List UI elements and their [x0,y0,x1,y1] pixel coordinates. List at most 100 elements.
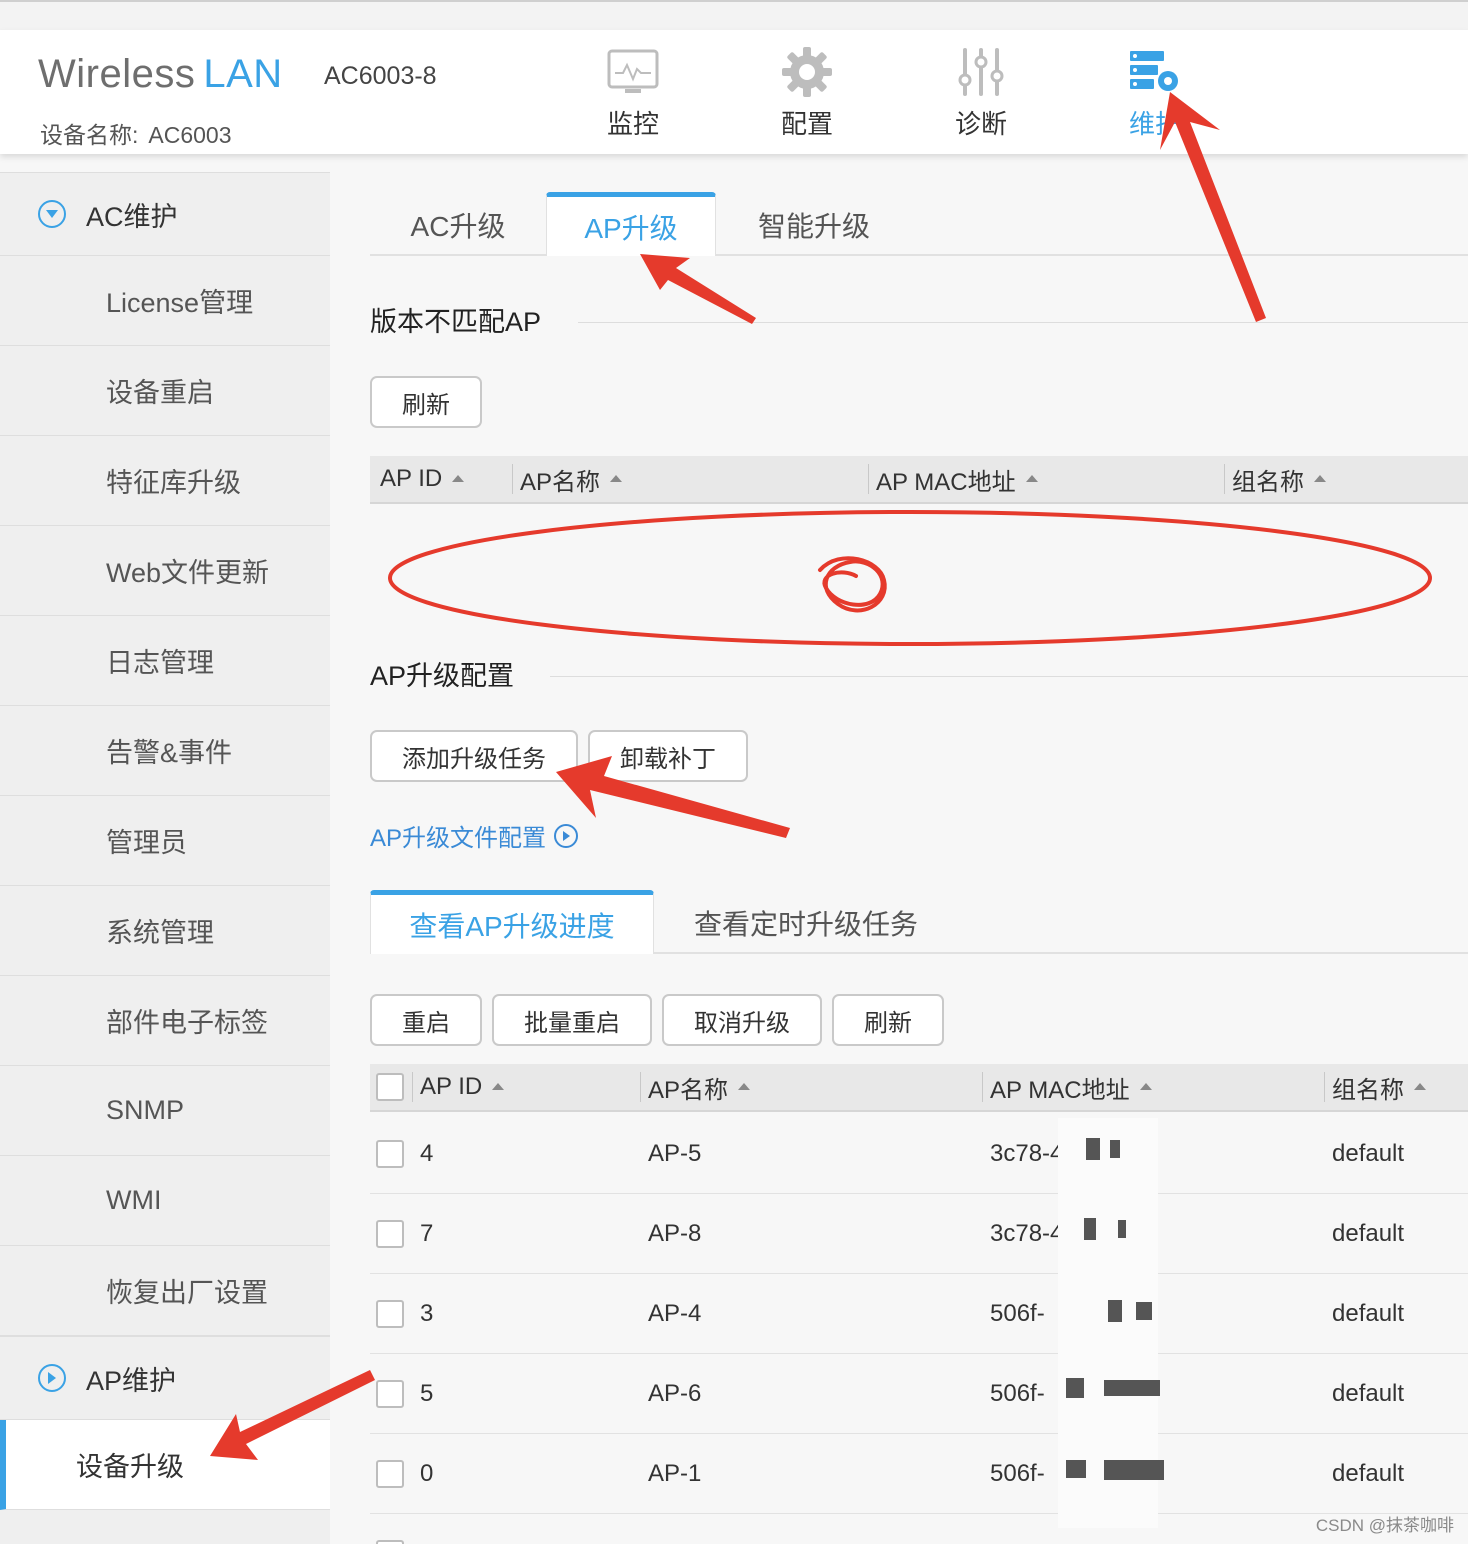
cell-ap-mac: 506f- [990,1460,1045,1487]
sort-asc-icon [492,1082,505,1090]
cell-group: default [1332,1140,1405,1167]
col-group-label: 组名称 [1332,1076,1404,1104]
col-ap-id[interactable]: AP ID [380,456,465,502]
row-checkbox[interactable] [376,1300,404,1328]
sidebar: AC维护 License管理 设备重启 特征库升级 Web文件更新 日志管理 告… [0,172,330,1544]
batch-reboot-button[interactable]: 批量重启 [492,994,652,1046]
sidebar-item-snmp[interactable]: SNMP [0,1066,330,1156]
table-row[interactable]: 5 AP-6 506f- default [370,1354,1468,1434]
sidebar-group-ap-label: AP维护 [86,1365,177,1396]
nav-maintain[interactable]: 维护 [1095,44,1215,141]
nav-monitor[interactable]: 监控 [573,44,693,141]
col-ap-name[interactable]: AP名称 [640,1064,751,1110]
cell-group: default [1332,1220,1405,1247]
sidebar-item-signature[interactable]: 特征库升级 [0,436,330,526]
cell-ap-id: 4 [420,1140,434,1167]
cell-ap-mac: 3c78-4 [990,1220,1064,1247]
sidebar-item-reboot[interactable]: 设备重启 [0,346,330,436]
sidebar-group-ac-label: AC维护 [86,201,178,232]
add-upgrade-task-button[interactable]: 添加升级任务 [370,730,578,782]
progress-tabs: 查看AP升级进度 查看定时升级任务 [370,890,1468,954]
row-checkbox[interactable] [376,1380,404,1408]
sidebar-item-factory-reset[interactable]: 恢复出厂设置 [0,1246,330,1336]
ap-upgrade-file-config-label: AP升级文件配置 [370,825,547,852]
col-ap-mac-label: AP MAC地址 [876,468,1016,496]
select-all-checkbox[interactable] [376,1064,404,1110]
sidebar-item-admin[interactable]: 管理员 [0,796,330,886]
nav-config[interactable]: 配置 [747,44,867,141]
section-title-upgrade-config: AP升级配置 [370,661,515,691]
server-gear-icon [1125,44,1185,100]
tab-scheduled-tasks[interactable]: 查看定时升级任务 [668,892,944,954]
col-group[interactable]: 组名称 [1224,456,1326,502]
cell-group: default [1332,1460,1405,1487]
sidebar-group-ac[interactable]: AC维护 [0,172,330,256]
gear-icon [777,44,837,100]
col-ap-name[interactable]: AP名称 [512,456,623,502]
ap-upgrade-file-config-link[interactable]: AP升级文件配置 [370,818,579,853]
col-ap-id-label: AP ID [420,1073,483,1100]
brand-logo: Wireless LAN [38,52,283,97]
cell-group: default [1332,1380,1405,1407]
col-ap-name-label: AP名称 [648,1076,729,1104]
sidebar-item-elabel[interactable]: 部件电子标签 [0,976,330,1066]
tab-ac-upgrade[interactable]: AC升级 [370,194,546,256]
section-title-mismatch: 版本不匹配AP [370,307,542,337]
brand-text-wireless: Wireless [38,52,196,96]
uninstall-patch-button[interactable]: 卸载补丁 [588,730,748,782]
sidebar-item-wmi[interactable]: WMI [0,1156,330,1246]
reboot-button[interactable]: 重启 [370,994,482,1046]
col-group[interactable]: 组名称 [1324,1064,1426,1110]
row-checkbox[interactable] [376,1540,404,1544]
sort-asc-icon [610,474,623,482]
sort-asc-icon [452,474,465,482]
row-checkbox[interactable] [376,1220,404,1248]
divider [550,676,1468,677]
sort-asc-icon [1314,474,1326,482]
device-name-value: AC6003 [148,122,232,148]
col-ap-name-label: AP名称 [520,468,601,496]
sidebar-item-alarm[interactable]: 告警&事件 [0,706,330,796]
cell-ap-name: AP-1 [648,1460,702,1487]
device-model: AC6003-8 [324,62,437,90]
col-ap-mac[interactable]: AP MAC地址 [868,456,1038,502]
row-checkbox[interactable] [376,1460,404,1488]
cell-ap-name: AP-4 [648,1300,702,1327]
nav-diagnose[interactable]: 诊断 [921,44,1041,141]
collapse-icon [38,200,66,228]
progress-table-header: AP ID AP名称 AP MAC地址 组名称 [370,1064,1468,1112]
col-ap-mac[interactable]: AP MAC地址 [982,1064,1152,1110]
table-row[interactable]: 3 AP-4 506f- default [370,1274,1468,1354]
checkbox[interactable] [376,1073,404,1101]
row-checkbox[interactable] [376,1140,404,1168]
sort-asc-icon [1139,1082,1152,1090]
sidebar-item-log[interactable]: 日志管理 [0,616,330,706]
progress-refresh-button[interactable]: 刷新 [832,994,944,1046]
upgrade-tabs: AC升级 AP升级 智能升级 [370,192,1468,256]
col-ap-id[interactable]: AP ID [412,1064,505,1110]
mismatch-refresh-button[interactable]: 刷新 [370,376,482,428]
cell-group: default [1332,1300,1405,1327]
nav-diagnose-label: 诊断 [954,109,1007,139]
cell-ap-id: 3 [420,1300,434,1327]
cell-ap-id: 5 [420,1380,434,1407]
sidebar-item-device-upgrade[interactable]: 设备升级 [0,1420,330,1510]
table-row[interactable]: 0 AP-1 506f- default [370,1434,1468,1514]
sidebar-group-ap[interactable]: AP维护 [0,1336,330,1420]
table-row[interactable]: 4 AP-5 3c78-43 default [370,1114,1468,1194]
sort-asc-icon [738,1082,751,1090]
cell-ap-id: 7 [420,1220,434,1247]
table-row-partial[interactable] [370,1514,1468,1544]
cancel-upgrade-button[interactable]: 取消升级 [662,994,822,1046]
nav-maintain-label: 维护 [1128,109,1181,139]
sort-asc-icon [1025,474,1038,482]
sidebar-item-license[interactable]: License管理 [0,256,330,346]
tab-ap-upgrade[interactable]: AP升级 [546,192,716,256]
sidebar-item-system[interactable]: 系统管理 [0,886,330,976]
table-row[interactable]: 7 AP-8 3c78-4 default [370,1194,1468,1274]
mismatch-table-header: AP ID AP名称 AP MAC地址 组名称 [370,456,1468,504]
sidebar-item-web-file[interactable]: Web文件更新 [0,526,330,616]
tab-upgrade-progress[interactable]: 查看AP升级进度 [370,890,654,954]
tab-smart-upgrade[interactable]: 智能升级 [716,194,912,256]
brand-text-lan: LAN [203,52,283,96]
